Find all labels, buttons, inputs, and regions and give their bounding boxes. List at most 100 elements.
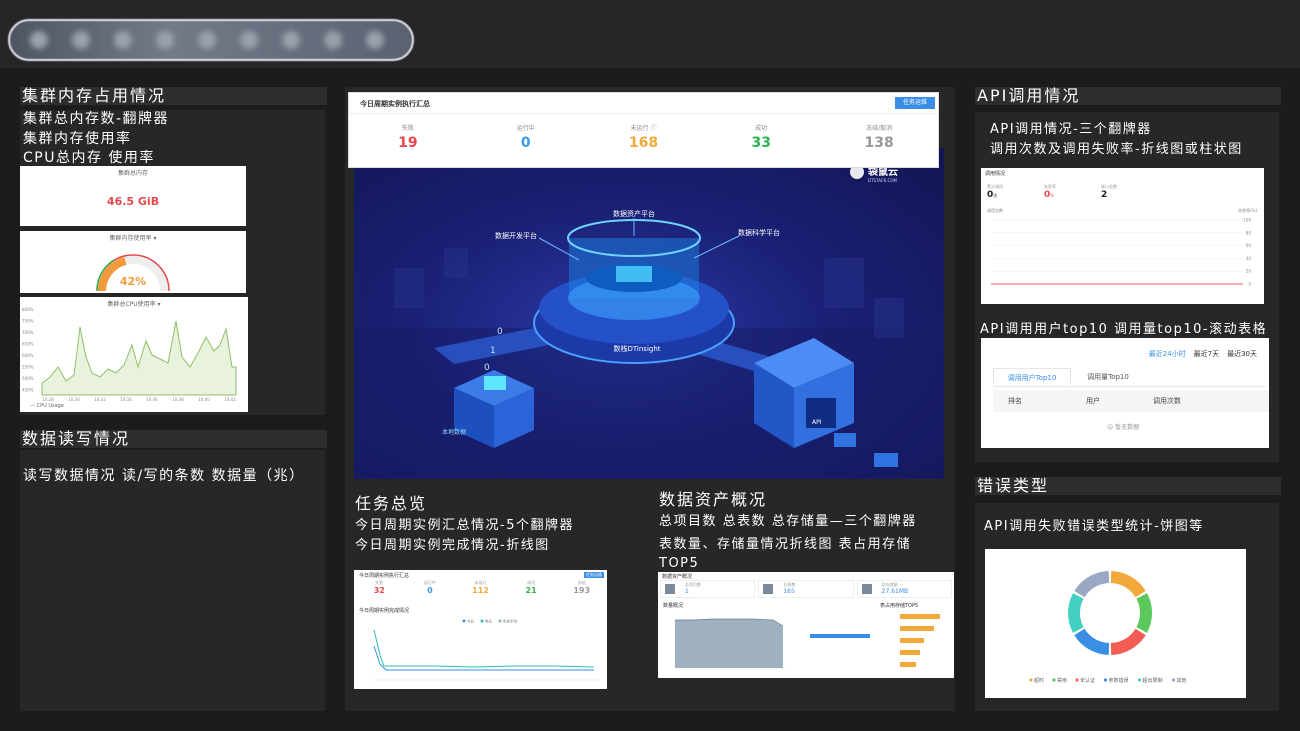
label-api: API [812, 419, 822, 426]
daily-summary-card: 今日周期实例执行汇总 任务运维 失败 19 运行中 0 未运行 ⓘ 168 成功 33 冻结/取… [348, 92, 939, 168]
asset-stat-box: 总表数 165 [758, 580, 854, 598]
time-range-option[interactable]: 最近7天 [1194, 349, 1219, 359]
memory-note-1: 集群总内存数-翻牌器 [23, 111, 170, 127]
tab-call-volume-top10[interactable]: 调用量Top10 [1075, 368, 1141, 386]
asset-stat-value: 1 [685, 588, 689, 595]
cpu-x-tick: 10:42 [224, 397, 236, 402]
task-legend-label: 今日 [467, 619, 474, 624]
cpu-y-tick: 650% [22, 342, 34, 347]
memory-note-2: 集群内存使用率 [23, 131, 132, 147]
api-stat: 接口总数 2 [1101, 184, 1117, 200]
api-stat-value: 0次 [987, 190, 998, 200]
total-memory-title: 集群总内存 [117, 170, 148, 177]
task-mini-stat: 运行中 0 [405, 580, 456, 604]
api-call-card: 调用情况 累计调用 0次 失败率 0% 接口总数 2 调用次数 失败率(%) 100 80 6… [981, 168, 1264, 304]
summary-stat-value: 33 [751, 135, 772, 151]
pie-legend-dot [1103, 678, 1108, 682]
api-y-tick: 40 [1246, 256, 1252, 261]
summary-stat-label: 冻结/取消 [866, 125, 893, 132]
cpu-y-tick: 750% [22, 319, 34, 324]
col-rank: 排名 [1008, 397, 1022, 405]
task-note-1: 今日周期实例汇总情况-5个翻牌器 [355, 518, 574, 533]
api-y-tick: 60 [1246, 243, 1252, 248]
pie-legend-dot [1052, 678, 1056, 682]
cpu-y-tick: 600% [22, 353, 34, 358]
task-mini-button[interactable]: 任务运维 [584, 572, 604, 578]
task-overview-title: 任务总览 [355, 494, 428, 513]
summary-stat[interactable]: 成功 33 [702, 123, 820, 163]
label-dev-platform: 数据开发平台 [495, 231, 537, 240]
api-stat-value: 2 [1101, 190, 1108, 200]
summary-stat-value: 19 [398, 135, 418, 151]
task-mini-stat-value: 112 [472, 586, 489, 595]
time-range-option[interactable]: 最近30天 [1227, 349, 1257, 359]
summary-stat-label: 未运行 ⓘ [630, 125, 657, 132]
task-mini-stat: 未运行 112 [455, 580, 506, 604]
asset-line-chart [675, 618, 785, 669]
asset-note-1: 总项目数 总表数 总存储量—三个翻牌器 [659, 514, 917, 529]
summary-stat[interactable]: 冻结/取消 138 [820, 123, 938, 163]
daily-summary-title: 今日周期实例执行汇总 [360, 100, 430, 108]
pie-slice[interactable] [1074, 571, 1110, 598]
task-legend-label: 昨日 [485, 619, 492, 624]
summary-stat[interactable]: 运行中 0 [467, 123, 585, 163]
rw-section-title: 数据读写情况 [20, 430, 327, 448]
summary-stat-label: 运行中 [516, 125, 535, 132]
platform-illustration: 数据资产平台 数据开发平台 数据科学平台 数栈DTinsight 本地数据 AP… [354, 148, 944, 479]
rw-panel [20, 450, 325, 711]
task-mini-stat: 成功 21 [506, 580, 557, 604]
task-ops-button[interactable]: 任务运维 [895, 97, 935, 109]
asset-mini-title: 数据资产概况 [662, 574, 693, 580]
pie-slice[interactable] [1074, 628, 1110, 655]
time-range-option[interactable]: 最近24小时 [1149, 349, 1186, 359]
summary-stat[interactable]: 未运行 ⓘ 168 [585, 123, 703, 163]
digit-3: 0 [484, 363, 490, 373]
memory-section-title: 集群内存占用情况 [20, 87, 327, 105]
summary-stat-value: 0 [520, 135, 531, 151]
summary-stat-label: 成功 [755, 125, 768, 132]
summary-stat-value: 138 [864, 135, 894, 151]
label-insight: 数栈DTinsight [613, 344, 660, 353]
platform-illustration-art: 数据资产平台 数据开发平台 数据科学平台 数栈DTinsight 本地数据 AP… [354, 165, 944, 479]
error-pie-card: 超时 禁用 未认证 参数错误 超出限制 其他 [985, 549, 1246, 698]
cpu-x-tick: 10:38 [172, 397, 184, 402]
api-call-chart: 调用次数 失败率(%) 100 80 60 40 20 0 [987, 207, 1257, 287]
blurred-title-pill [8, 19, 414, 61]
pie-slice[interactable] [1110, 571, 1146, 598]
cpu-x-tick: 10:36 [146, 397, 158, 402]
logo-subtext: DTSTACK.COM [868, 178, 897, 183]
memory-usage-card: 集群内存使用率 ▾ 42% [20, 231, 246, 293]
api-stat: 累计调用 0次 [987, 184, 1003, 200]
api-y-tick: 20 [1246, 269, 1252, 274]
pie-legend-label: 参数错误 [1109, 677, 1129, 684]
pie-legend-label: 其他 [1177, 677, 1187, 684]
pie-legend-label: 超时 [1034, 677, 1044, 684]
time-range-selector: 最近24小时 最近7天 最近30天 [1149, 349, 1257, 359]
summary-stat-value: 168 [628, 135, 659, 151]
cpu-y-tick: 500% [22, 376, 34, 381]
tab-call-user-top10[interactable]: 调用用户Top10 [993, 368, 1071, 386]
summary-stats: 失败 19 运行中 0 未运行 ⓘ 168 成功 33 冻结/取消 138 [349, 123, 938, 163]
cpu-usage-chart: 800% 750% 700% 650% 600% 550% 500% 450% 10:28 10… [22, 307, 237, 409]
summary-stat-label: 失败 [401, 125, 414, 132]
asset-boxes: 总项目数 1 总表数 165 总存储量 27.61MB [660, 580, 952, 598]
asset-stat-icon [665, 584, 675, 594]
top10-note: API调用用户top10 调用量top10-滚动表格 [980, 322, 1268, 337]
cpu-x-tick: 10:34 [120, 397, 132, 402]
pie-slice[interactable] [1136, 593, 1152, 633]
cpu-y-tick: 450% [22, 388, 34, 393]
memory-gauge: 42% [96, 254, 170, 292]
asset-top5-bars [810, 614, 940, 667]
cpu-x-tick: 10:28 [42, 397, 54, 402]
pie-slice[interactable] [1110, 628, 1146, 655]
task-mini-stat-value: 193 [573, 586, 591, 595]
cpu-x-tick: 10:40 [198, 397, 210, 402]
task-legend-dot [498, 619, 502, 623]
summary-stat[interactable]: 失败 19 [349, 123, 467, 163]
api-stat-unit: 次 [993, 193, 998, 198]
top10-table-header: 排名 用户 调用次数 [993, 390, 1269, 412]
asset-note-2: 表数量、存储量情况折线图 表占用存储 [659, 537, 912, 552]
asset-stat-value: 27.61MB [881, 588, 909, 595]
cpu-usage-card: 集群总CPU使用率 ▾ 800% 750% 700% 650% 600% 550% 500%… [20, 297, 248, 412]
pie-slice[interactable] [1068, 593, 1084, 633]
